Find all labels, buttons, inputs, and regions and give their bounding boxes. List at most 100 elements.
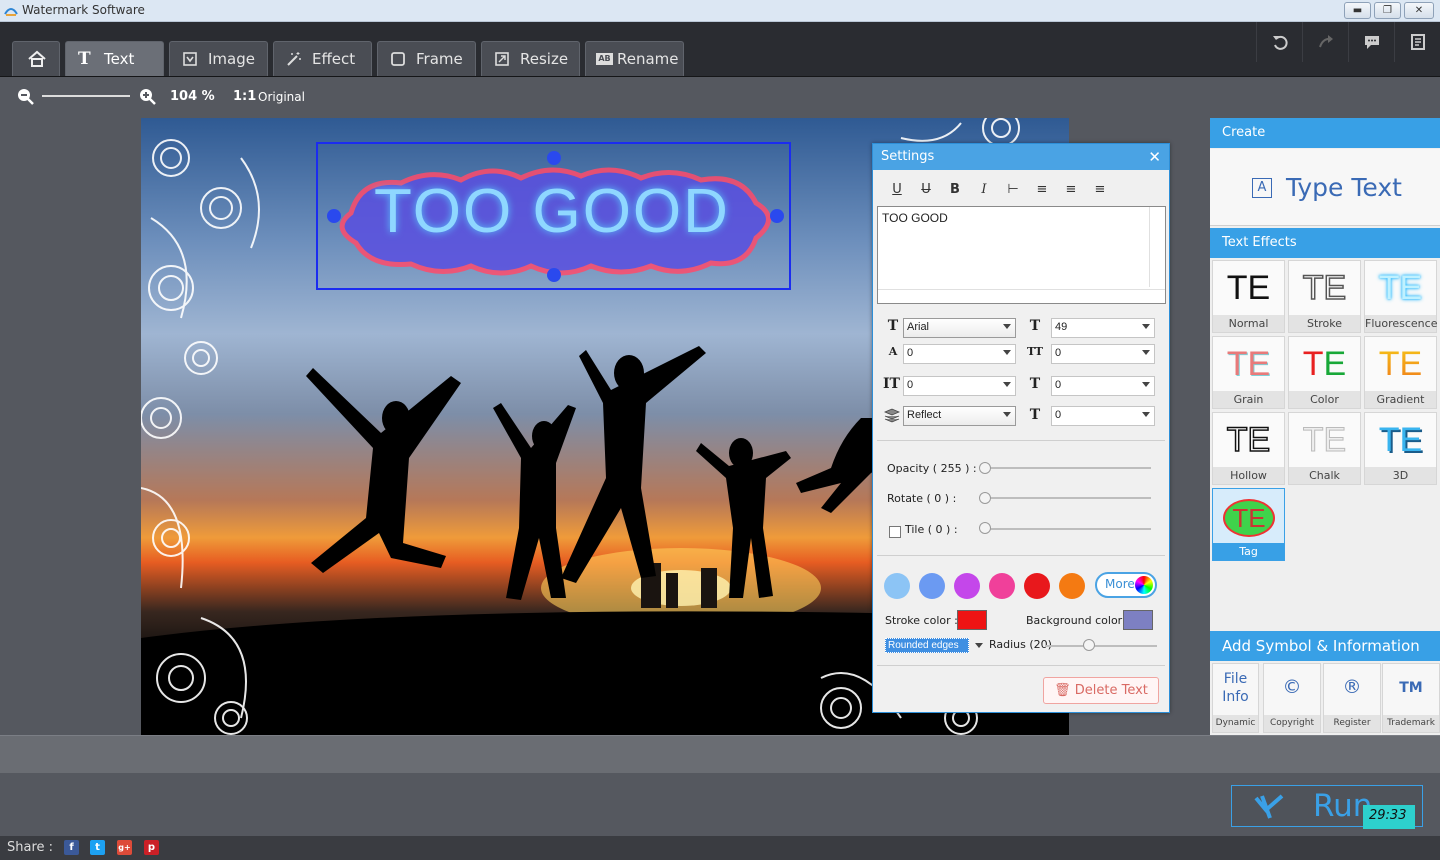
watermark-text[interactable]: TOO GOOD: [362, 176, 742, 247]
line-spacing-select[interactable]: 0: [1051, 344, 1155, 364]
close-window-button[interactable]: ✕: [1404, 2, 1434, 19]
color-swatch-light-blue[interactable]: [884, 573, 910, 599]
effect-tile-chalk[interactable]: TE Chalk: [1288, 412, 1361, 485]
font-size-select[interactable]: 49: [1051, 318, 1155, 338]
char-spacing-value: 0: [907, 347, 914, 359]
effect-tile-3d[interactable]: TE 3D: [1364, 412, 1437, 485]
color-swatch-blue[interactable]: [919, 573, 945, 599]
line-spacing-value: 0: [1055, 347, 1062, 359]
vertical-spacing-select[interactable]: 0: [903, 376, 1016, 396]
align-left-icon[interactable]: ≡: [1034, 182, 1050, 198]
tile-slider-handle[interactable]: [979, 522, 991, 534]
type-text-label: Type Text: [1286, 173, 1402, 202]
effect-tile-grain[interactable]: TE Grain: [1212, 336, 1285, 409]
twitter-icon[interactable]: t: [90, 840, 105, 855]
minimize-button[interactable]: ▬: [1344, 2, 1371, 19]
watermark-rotate-handle[interactable]: [547, 151, 561, 165]
tab-resize-label: Resize: [520, 50, 569, 68]
symbol-tile-copyright[interactable]: © Copyright: [1263, 663, 1321, 733]
undo-button[interactable]: [1256, 22, 1302, 62]
symbol-tile-trademark[interactable]: TM Trademark: [1382, 663, 1440, 733]
tab-rename[interactable]: AB Rename: [585, 41, 684, 76]
redo-button[interactable]: [1302, 22, 1348, 62]
symbol-tile-dynamic[interactable]: File Info Dynamic: [1212, 663, 1259, 733]
register-button[interactable]: [1394, 22, 1440, 62]
tab-effect[interactable]: Effect: [273, 41, 372, 76]
zoom-in-icon[interactable]: [139, 88, 156, 105]
stroke-color-picker[interactable]: [957, 610, 987, 630]
tab-image[interactable]: Image: [169, 41, 268, 76]
color-swatch-purple[interactable]: [954, 573, 980, 599]
edge-style-select[interactable]: Rounded edges: [885, 638, 969, 653]
text-input-vscroll[interactable]: [1149, 207, 1165, 287]
vertical-spacing-value: 0: [907, 379, 914, 391]
radius-slider[interactable]: [1045, 645, 1157, 647]
zoom-out-icon[interactable]: [17, 88, 34, 105]
effect-tile-color[interactable]: TE Color: [1288, 336, 1361, 409]
opacity-slider[interactable]: [985, 467, 1151, 469]
redo-icon: [1318, 35, 1333, 48]
char-spacing-select[interactable]: 0: [903, 344, 1016, 364]
original-size-button[interactable]: Original: [258, 90, 305, 104]
zoom-slider[interactable]: [42, 95, 130, 97]
watermark-text-input[interactable]: TOO GOOD: [877, 206, 1166, 304]
effect-tile-tag[interactable]: TE Tag: [1212, 488, 1285, 561]
opacity-slider-handle[interactable]: [979, 462, 991, 474]
original-size-icon[interactable]: 1:1: [233, 89, 256, 104]
symbol-tile-register[interactable]: ® Register: [1323, 663, 1381, 733]
text-width-icon[interactable]: ⊢: [1005, 182, 1021, 198]
feedback-button[interactable]: [1348, 22, 1394, 62]
more-colors-button[interactable]: More: [1095, 572, 1157, 598]
pinterest-icon[interactable]: p: [144, 840, 159, 855]
radius-slider-handle[interactable]: [1083, 639, 1095, 651]
italic-icon[interactable]: I: [976, 182, 992, 198]
tile-slider[interactable]: [985, 528, 1151, 530]
effect-tile-fluorescence[interactable]: TE Fluorescence: [1364, 260, 1437, 333]
align-right-icon[interactable]: ≡: [1092, 182, 1108, 198]
facebook-icon[interactable]: f: [64, 840, 79, 855]
tab-text[interactable]: T Text: [65, 41, 164, 76]
effect-tile-normal[interactable]: TE Normal: [1212, 260, 1285, 333]
watermark-resize-handle-left[interactable]: [327, 209, 341, 223]
watermark-resize-handle-bottom[interactable]: [547, 268, 561, 282]
text-input-hscroll[interactable]: [878, 289, 1165, 303]
effect-tile-stroke[interactable]: TE Stroke: [1288, 260, 1361, 333]
google-plus-icon[interactable]: g+: [117, 840, 132, 855]
underline-icon[interactable]: U: [889, 182, 905, 198]
tab-resize[interactable]: Resize: [481, 41, 580, 76]
color-wheel-icon: [1135, 576, 1153, 594]
run-check-icon: [1254, 794, 1284, 819]
type-text-button[interactable]: A Type Text: [1210, 149, 1440, 226]
tab-frame[interactable]: Frame: [377, 41, 476, 76]
divider: [877, 440, 1165, 441]
color-swatch-red[interactable]: [1024, 573, 1050, 599]
tab-home[interactable]: [12, 41, 60, 76]
strikethrough-icon[interactable]: U: [918, 182, 934, 198]
background-color-picker[interactable]: [1123, 610, 1153, 630]
font-family-select[interactable]: Arial: [903, 318, 1016, 338]
effect-tile-hollow[interactable]: TE Hollow: [1212, 412, 1285, 485]
effect-tile-gradient[interactable]: TE Gradient: [1364, 336, 1437, 409]
bold-icon[interactable]: B: [947, 182, 963, 198]
color-swatch-orange[interactable]: [1059, 573, 1085, 599]
text-effects-header: Text Effects: [1210, 228, 1440, 258]
effect-preview-chalk: TE: [1302, 421, 1347, 460]
align-center-icon[interactable]: ≡: [1063, 182, 1079, 198]
color-swatch-pink[interactable]: [989, 573, 1015, 599]
edge-style-dropdown-arrow[interactable]: [975, 643, 983, 648]
tab-image-label: Image: [208, 50, 255, 68]
watermark-resize-handle-right[interactable]: [770, 209, 784, 223]
effect-select[interactable]: Reflect: [903, 406, 1016, 426]
delete-text-button[interactable]: 🗑 Delete Text: [1043, 677, 1159, 704]
font-family-icon: T: [887, 318, 899, 334]
maximize-button[interactable]: ❐: [1374, 2, 1401, 19]
effect-preview-gradient: TE: [1365, 345, 1436, 384]
close-icon[interactable]: ✕: [1148, 148, 1161, 166]
rotate-slider-handle[interactable]: [979, 492, 991, 504]
rotate-label: Rotate ( 0 ) :: [887, 492, 957, 505]
horizontal-scale-select[interactable]: 0: [1051, 376, 1155, 396]
rotate-slider[interactable]: [985, 497, 1151, 499]
tile-checkbox[interactable]: [889, 526, 901, 538]
text-offset-select[interactable]: 0: [1051, 406, 1155, 426]
delete-text-label: Delete Text: [1074, 683, 1148, 698]
